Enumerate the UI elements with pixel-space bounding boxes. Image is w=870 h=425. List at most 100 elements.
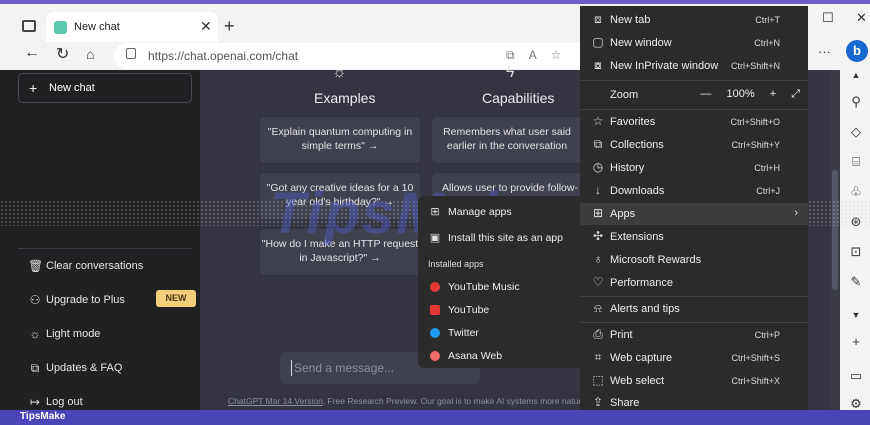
- menu-extensions[interactable]: ✣ Extensions: [580, 226, 808, 248]
- menu-history[interactable]: ◷ History Ctrl+H: [580, 157, 808, 179]
- menu-zoom: Zoom — 100% + ⤢: [580, 82, 808, 108]
- menu-divider: [580, 322, 808, 323]
- office-icon[interactable]: ⊛: [849, 214, 863, 230]
- zoom-controls: — 100% + ⤢: [688, 88, 800, 101]
- sidebar-item-label: Clear conversations: [46, 260, 144, 272]
- menu-alerts-and-tips[interactable]: ⍾ Alerts and tips: [580, 298, 808, 320]
- apps-grid-icon: ⊞: [430, 206, 440, 218]
- new-tab-icon: ⧈: [594, 12, 602, 26]
- fullscreen-button[interactable]: ⤢: [791, 88, 800, 100]
- more-options-icon[interactable]: ···: [818, 44, 831, 59]
- new-tab-plus-icon[interactable]: +: [224, 16, 235, 37]
- scroll-up-icon[interactable]: ▲: [849, 70, 863, 80]
- example-card[interactable]: "Explain quantum computing in simple ter…: [260, 117, 420, 163]
- logout-icon: ↦: [29, 395, 41, 409]
- updates-faq-link[interactable]: ⧉ Updates & FAQ: [28, 359, 198, 379]
- app-youtube-music[interactable]: YouTube Music: [428, 277, 578, 297]
- app-asana-web[interactable]: Asana Web: [428, 346, 578, 366]
- menu-inprivate-window[interactable]: ⧇ New InPrivate window Ctrl+Shift+N: [580, 55, 808, 77]
- outlook-icon[interactable]: ⊡: [849, 244, 863, 260]
- back-arrow-icon[interactable]: ←: [24, 44, 40, 62]
- tag-icon[interactable]: ◇: [849, 124, 863, 140]
- search-icon[interactable]: ⚲: [849, 94, 863, 110]
- menu-item-label: Apps: [610, 208, 636, 220]
- bing-icon[interactable]: b: [846, 40, 868, 62]
- new-chat-label: New chat: [49, 82, 95, 94]
- menu-web-select[interactable]: ⬚ Web select Ctrl+Shift+X: [580, 370, 808, 392]
- sidebar-layout-icon[interactable]: ▭: [849, 368, 863, 384]
- menu-downloads[interactable]: ↓ Downloads Ctrl+J: [580, 180, 808, 202]
- games-icon[interactable]: ♧: [849, 184, 863, 200]
- add-plus-icon[interactable]: +: [849, 334, 863, 349]
- scroll-down-icon[interactable]: ▼: [849, 310, 863, 320]
- menu-apps[interactable]: ⊞ Apps ›: [580, 203, 808, 225]
- menu-web-capture[interactable]: ⌗ Web capture Ctrl+Shift+S: [580, 347, 808, 369]
- url-text[interactable]: https://chat.openai.com/chat: [148, 49, 298, 63]
- menu-share[interactable]: ⇪ Share: [580, 392, 808, 410]
- clear-conversations-button[interactable]: 🗑 Clear conversations: [28, 257, 198, 277]
- menu-divider: [580, 109, 808, 110]
- close-window-icon[interactable]: ✕: [856, 10, 867, 26]
- example-card[interactable]: "How do I make an HTTP request in Javasc…: [260, 229, 420, 275]
- lightning-icon: ϟ: [506, 64, 515, 81]
- drop-icon[interactable]: ✎: [849, 274, 863, 290]
- install-site-item[interactable]: ▣ Install this site as an app: [428, 228, 578, 248]
- menu-shortcut: Ctrl+Shift+X: [731, 376, 780, 386]
- menu-item-label: Web select: [610, 375, 665, 387]
- new-chat-button[interactable]: + New chat: [18, 73, 192, 103]
- apps-grid-icon: ⊞: [592, 206, 604, 220]
- web-capture-icon: ⌗: [594, 350, 602, 364]
- menu-new-tab[interactable]: ⧈ New tab Ctrl+T: [580, 9, 808, 31]
- menu-item-label: Zoom: [610, 89, 639, 101]
- light-mode-button[interactable]: ☼ Light mode: [28, 325, 198, 345]
- menu-new-window[interactable]: ▢ New window Ctrl+N: [580, 32, 808, 54]
- installed-apps-header: Installed apps: [428, 259, 484, 269]
- menu-item-label: Performance: [610, 277, 673, 289]
- menu-item-label: Manage apps: [448, 206, 512, 218]
- tab-close-icon[interactable]: ✕: [200, 18, 212, 35]
- menu-divider: [580, 296, 808, 297]
- tab-actions-icon[interactable]: [22, 20, 36, 32]
- zoom-out-button[interactable]: —: [700, 88, 711, 100]
- manage-apps-item[interactable]: ⊞ Manage apps: [428, 202, 578, 222]
- menu-item-label: History: [610, 162, 645, 174]
- refresh-icon[interactable]: ↻: [56, 44, 69, 64]
- text-cursor: [291, 360, 292, 376]
- zoom-in-button[interactable]: +: [770, 88, 776, 100]
- menu-shortcut: Ctrl+T: [755, 15, 780, 25]
- address-bar-icons[interactable]: ⧉A☆: [506, 48, 575, 63]
- download-icon: ↓: [595, 183, 601, 197]
- new-window-icon: ▢: [592, 35, 604, 49]
- app-twitter[interactable]: Twitter: [428, 323, 578, 343]
- menu-item-label: Asana Web: [448, 350, 503, 362]
- tab-new-chat[interactable]: New chat ✕: [46, 12, 218, 42]
- scroll-thumb[interactable]: [832, 170, 838, 290]
- youtube-icon: [430, 305, 440, 315]
- rewards-icon: ♁: [593, 252, 603, 266]
- briefcase-icon[interactable]: ⌸: [849, 154, 863, 170]
- menu-shortcut: Ctrl+J: [756, 186, 780, 196]
- inprivate-icon: ⧇: [594, 58, 602, 72]
- menu-print[interactable]: ⎙ Print Ctrl+P: [580, 324, 808, 346]
- page-scrollbar[interactable]: [830, 70, 840, 410]
- chat-sidebar: + New chat 🗑 Clear conversations ⚇ Upgra…: [0, 70, 200, 410]
- app-youtube[interactable]: YouTube: [428, 300, 578, 320]
- lock-icon[interactable]: [126, 48, 136, 59]
- example-card[interactable]: "Got any creative ideas for a 10 year ol…: [260, 173, 420, 219]
- menu-microsoft-rewards[interactable]: ♁ Microsoft Rewards: [580, 249, 808, 271]
- apps-submenu: ⊞ Manage apps ▣ Install this site as an …: [418, 196, 582, 368]
- twitter-icon: [430, 328, 440, 338]
- trash-icon: 🗑: [28, 259, 44, 273]
- user-icon: ⚇: [29, 293, 41, 307]
- version-link[interactable]: ChatGPT Mar 14 Version: [228, 396, 323, 406]
- menu-favorites[interactable]: ☆ Favorites Ctrl+Shift+O: [580, 111, 808, 133]
- menu-item-label: New tab: [610, 14, 651, 26]
- address-bar[interactable]: https://chat.openai.com/chat ⧉A☆: [114, 43, 594, 69]
- menu-shortcut: Ctrl+N: [754, 38, 780, 48]
- menu-item-label: Alerts and tips: [610, 303, 680, 315]
- maximize-icon[interactable]: ☐: [822, 10, 834, 26]
- menu-collections[interactable]: ⧉ Collections Ctrl+Shift+Y: [580, 134, 808, 156]
- home-icon[interactable]: ⌂: [86, 46, 94, 62]
- menu-shortcut: Ctrl+H: [754, 163, 780, 173]
- menu-performance[interactable]: ♡ Performance: [580, 272, 808, 294]
